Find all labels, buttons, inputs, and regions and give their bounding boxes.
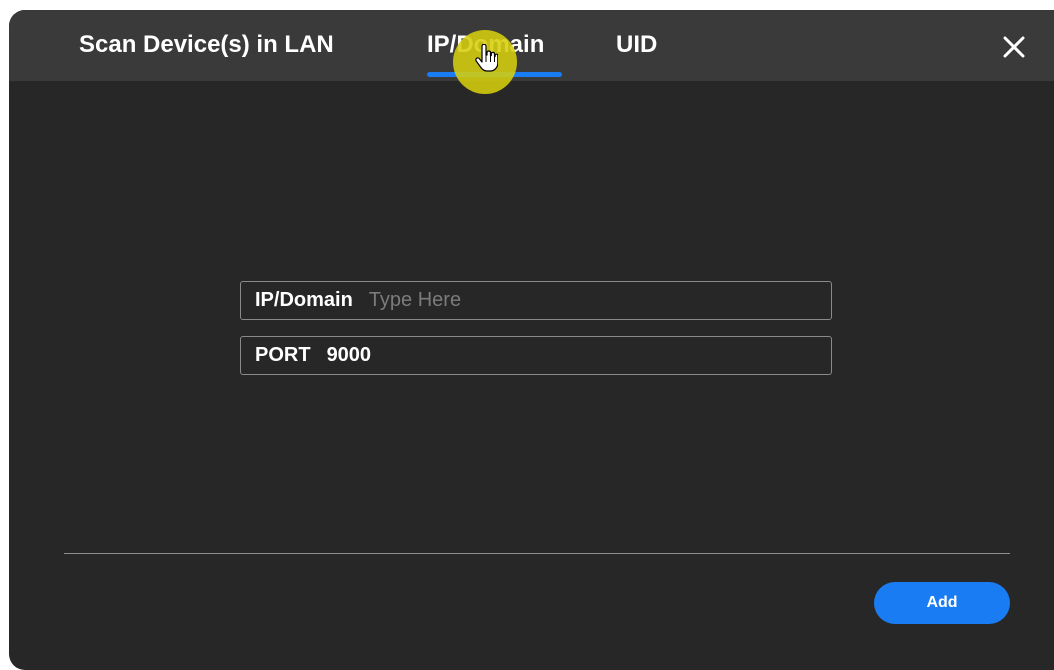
tab-uid[interactable]: UID [616,30,657,60]
add-button[interactable]: Add [874,582,1010,624]
ip-domain-field[interactable]: IP/Domain [240,281,832,320]
port-input[interactable] [326,344,747,367]
close-icon [1003,36,1025,58]
tab-scan-devices-in-lan[interactable]: Scan Device(s) in LAN [79,30,334,60]
ip-domain-input[interactable] [368,289,789,312]
port-field[interactable]: PORT [240,336,832,375]
close-button[interactable] [999,32,1029,62]
ip-domain-label: IP/Domain [255,289,353,311]
tab-bar: Scan Device(s) in LAN IP/Domain UID [9,10,1054,81]
hand-pointer-icon [475,44,498,72]
add-device-dialog: Scan Device(s) in LAN IP/Domain UID IP/D… [9,10,1054,670]
port-label: PORT [255,344,311,366]
footer-divider [64,553,1010,554]
